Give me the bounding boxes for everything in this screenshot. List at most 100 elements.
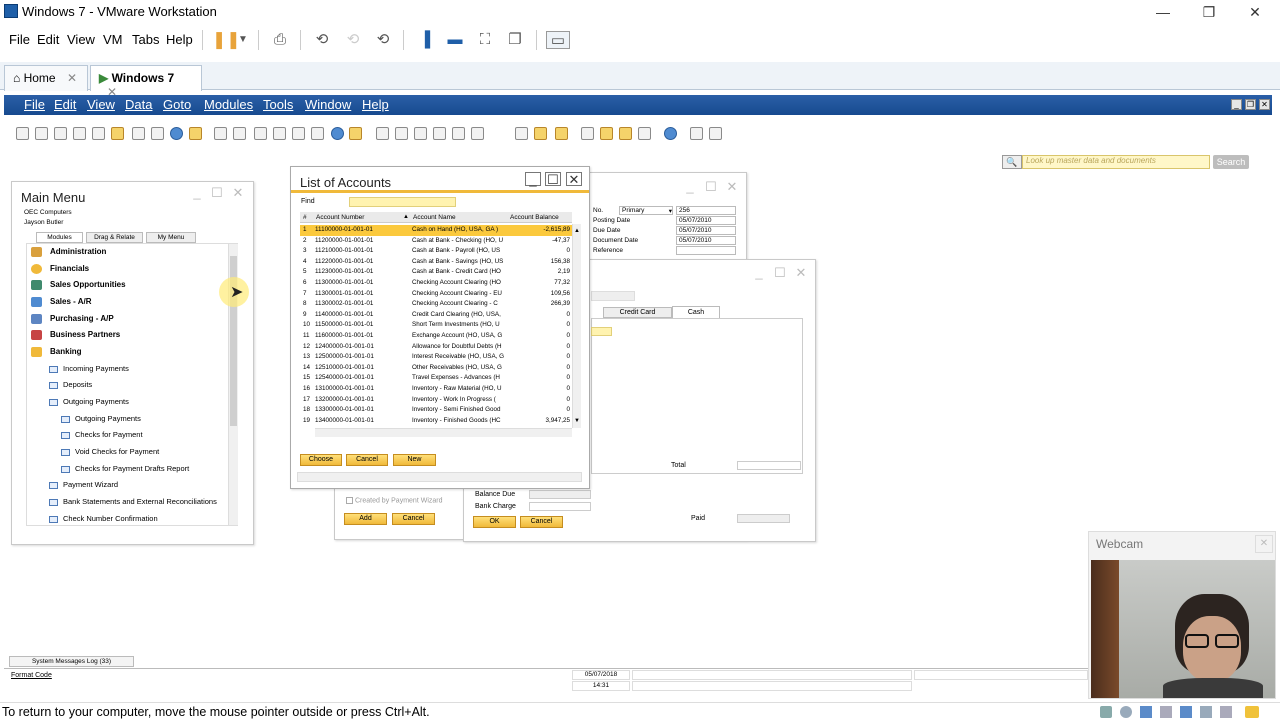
table-row[interactable]: 10 11500000-01-001-01 Short Term Investmen…: [300, 320, 572, 331]
menu-payment-wizard[interactable]: Payment Wizard: [49, 477, 118, 493]
new-button[interactable]: New: [393, 454, 436, 466]
scroll-down-icon[interactable]: ▼: [574, 418, 580, 424]
gross-profit-icon[interactable]: [452, 127, 465, 140]
sap-menu-modules[interactable]: Modules: [204, 97, 253, 112]
console-view-icon[interactable]: ▭: [546, 31, 570, 49]
tab-home[interactable]: ⌂ Home ✕: [4, 65, 88, 91]
col-row-number[interactable]: #: [303, 214, 307, 221]
col-account-balance[interactable]: Account Balance: [510, 214, 559, 221]
sap-restore-icon[interactable]: ❐: [1245, 99, 1256, 110]
maximize-icon[interactable]: ☐: [545, 172, 561, 187]
snapshot-manager-icon[interactable]: ⟲: [373, 31, 393, 49]
close-icon[interactable]: ✕: [230, 186, 246, 200]
minimize-icon[interactable]: _: [189, 186, 205, 200]
table-row[interactable]: 13 12500000-01-001-01 Interest Receivable …: [300, 352, 572, 363]
reference-field[interactable]: [676, 246, 736, 255]
approval-icon[interactable]: [555, 127, 568, 140]
menu-edit[interactable]: Edit: [37, 32, 59, 47]
cancel-button[interactable]: Cancel: [520, 516, 563, 528]
menu-incoming-payments[interactable]: Incoming Payments: [49, 361, 129, 377]
module-banking[interactable]: Banking: [31, 344, 82, 360]
table-row[interactable]: 9 11400000-01-001-01 Credit Card Clearing …: [300, 310, 572, 321]
table-row[interactable]: 3 11210000-01-001-01 Cash at Bank - Payrol…: [300, 246, 572, 257]
find-icon[interactable]: [214, 127, 227, 140]
revert-snapshot-icon[interactable]: ⟲: [343, 31, 363, 49]
close-icon[interactable]: ✕: [1255, 535, 1273, 553]
search-icon[interactable]: 🔍: [1002, 155, 1022, 169]
usb-icon[interactable]: [1160, 706, 1172, 718]
table-row[interactable]: 6 11300000-01-001-01 Checking Account Clea…: [300, 278, 572, 289]
sort-icon[interactable]: [349, 127, 362, 140]
next-record-icon[interactable]: [292, 127, 305, 140]
module-financials[interactable]: Financials: [31, 261, 89, 277]
add-button[interactable]: Add: [344, 513, 387, 525]
sap-menu-help[interactable]: Help: [362, 97, 389, 112]
table-row[interactable]: 4 11220000-01-001-01 Cash at Bank - Saving…: [300, 257, 572, 268]
cd-dvd-icon[interactable]: [1120, 706, 1132, 718]
filter-icon[interactable]: [331, 127, 344, 140]
col-account-number[interactable]: Account Number: [316, 214, 364, 221]
restore-button[interactable]: ❐: [1186, 2, 1232, 22]
payment-means-icon[interactable]: [433, 127, 446, 140]
send-ctrl-alt-del-icon[interactable]: ⎙: [270, 31, 290, 49]
target-document-icon[interactable]: [395, 127, 408, 140]
close-button[interactable]: ✕: [1232, 2, 1278, 22]
menu-checks-for-payment[interactable]: Checks for Payment: [61, 427, 143, 443]
table-row[interactable]: 8 11300002-01-001-01 Checking Account Clea…: [300, 299, 572, 310]
thumbnail-bar-icon[interactable]: ▬: [445, 31, 465, 49]
series-select[interactable]: Primary ▾: [619, 206, 673, 215]
menu-deposits[interactable]: Deposits: [49, 377, 92, 393]
add-icon[interactable]: [233, 127, 246, 140]
last-record-icon[interactable]: [311, 127, 324, 140]
unity-icon[interactable]: ❐: [505, 31, 525, 49]
email-icon[interactable]: [54, 127, 67, 140]
table-row[interactable]: 1 11100000-01-001-01 Cash on Hand (HO, USA…: [300, 225, 572, 236]
payment-means-field[interactable]: [591, 291, 635, 301]
tab-my-menu[interactable]: My Menu: [146, 232, 196, 243]
sap-minimize-icon[interactable]: _: [1231, 99, 1242, 110]
scroll-up-icon[interactable]: ▲: [574, 228, 580, 234]
tab-cash[interactable]: Cash: [672, 306, 720, 318]
journal-entry-icon[interactable]: [414, 127, 427, 140]
pause-icon[interactable]: ❚❚: [212, 31, 241, 49]
layout-designer-icon[interactable]: [690, 127, 703, 140]
hard-disk-icon[interactable]: [1100, 706, 1112, 718]
transaction-journal-icon[interactable]: [471, 127, 484, 140]
maximize-icon[interactable]: ☐: [703, 180, 719, 194]
network-icon[interactable]: [1140, 706, 1152, 718]
search-input[interactable]: Look up master data and documents: [1022, 155, 1210, 169]
message-icon[interactable]: [1245, 706, 1259, 718]
document-date-field[interactable]: 05/07/2010: [676, 236, 736, 245]
menu-help[interactable]: Help: [166, 32, 193, 47]
menu-outgoing-payments-folder[interactable]: Outgoing Payments: [49, 394, 129, 410]
module-sales-ar[interactable]: Sales - A/R: [31, 294, 92, 310]
module-sales-opportunities[interactable]: Sales Opportunities: [31, 277, 126, 293]
close-tab-icon[interactable]: ✕: [67, 71, 77, 85]
snapshot-icon[interactable]: ⟲: [312, 31, 332, 49]
menu-checks-drafts-report[interactable]: Checks for Payment Drafts Report: [61, 461, 189, 477]
table-row[interactable]: 17 13200000-01-001-01 Inventory - Work In …: [300, 395, 572, 406]
bank-charge-field[interactable]: [529, 502, 591, 511]
menu-tabs[interactable]: Tabs: [132, 32, 159, 47]
accounts-hscrollbar[interactable]: [315, 428, 572, 437]
table-row[interactable]: 11 11600000-01-001-01 Exchange Account (HO…: [300, 331, 572, 342]
table-row[interactable]: 12 12400000-01-001-01 Allowance for Doubtf…: [300, 342, 572, 353]
menu-check-number-confirmation[interactable]: Check Number Confirmation: [49, 511, 158, 527]
help-icon[interactable]: [664, 127, 677, 140]
printer-icon[interactable]: [1220, 706, 1232, 718]
format-code-link[interactable]: Format Code: [11, 672, 52, 679]
table-row[interactable]: 15 12540000-01-001-01 Travel Expenses - Ad…: [300, 373, 572, 384]
tab-drag-relate[interactable]: Drag & Relate: [86, 232, 143, 243]
menu-bank-statements[interactable]: Bank Statements and External Reconciliat…: [49, 494, 217, 510]
sap-menu-file[interactable]: File: [24, 97, 45, 112]
sound-icon[interactable]: [1200, 706, 1212, 718]
alerts-icon[interactable]: [600, 127, 613, 140]
close-icon[interactable]: ✕: [724, 180, 740, 194]
sap-menu-tools[interactable]: Tools: [263, 97, 293, 112]
table-row[interactable]: 19 13400000-01-001-01 Inventory - Finished…: [300, 416, 572, 427]
due-date-field[interactable]: 05/07/2010: [676, 226, 736, 235]
menu-void-checks[interactable]: Void Checks for Payment: [61, 444, 159, 460]
messages-icon[interactable]: [619, 127, 632, 140]
bluetooth-icon[interactable]: [1180, 706, 1192, 718]
menu-file[interactable]: File: [9, 32, 30, 47]
